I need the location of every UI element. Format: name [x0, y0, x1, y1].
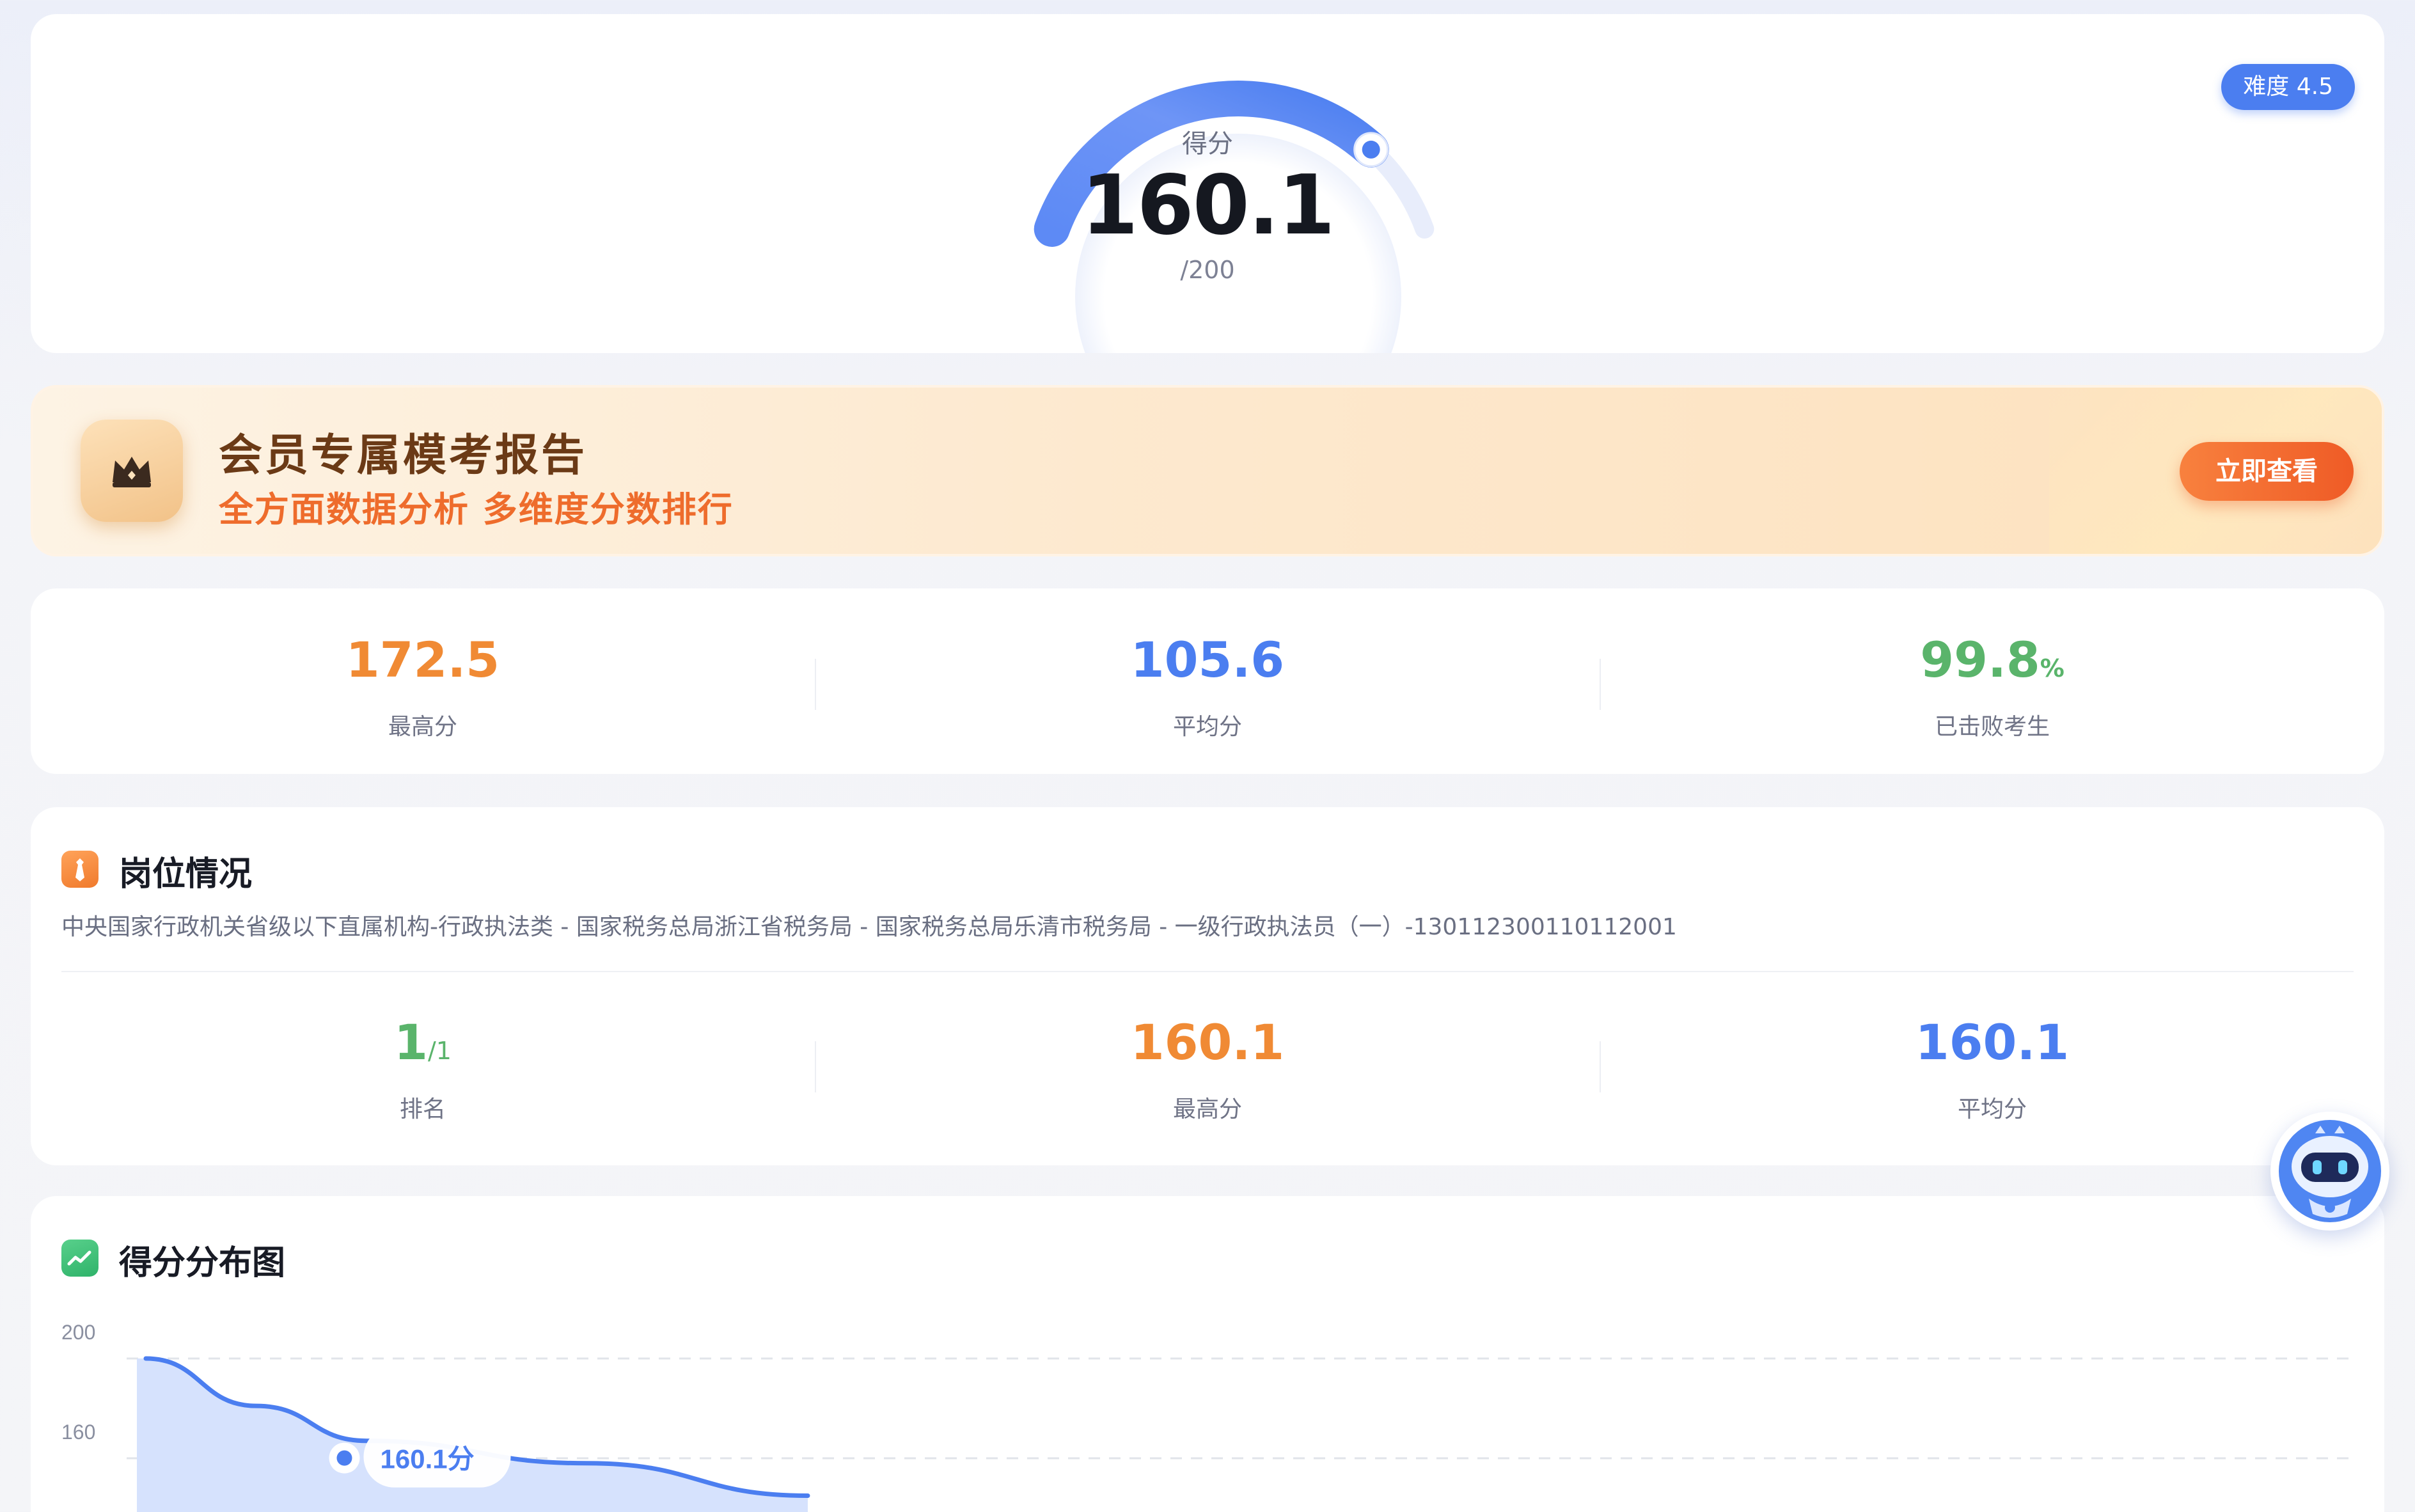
score-label: 得分: [1182, 129, 1233, 159]
distribution-chart: 200 160 160.1分: [61, 1321, 2352, 1512]
marker-label: 160.1分: [381, 1444, 475, 1474]
stat-label: 排名: [399, 1096, 446, 1122]
stat-label: 平均分: [1172, 714, 1242, 740]
stat-value: 1/1: [394, 1014, 452, 1071]
stat-label: 最高分: [388, 714, 457, 740]
position-rank: 1/1 排名: [31, 1012, 815, 1124]
score-value: 160.1: [1081, 158, 1335, 253]
stat-average: 105.6 平均分: [815, 629, 1600, 741]
stats-card: 172.5 最高分 105.6 平均分 99.8% 已击败考生: [31, 588, 2384, 774]
position-path: 中央国家行政机关省级以下直属机构-行政执法类 - 国家税务总局浙江省税务局 - …: [61, 914, 1677, 940]
score-marker: [336, 1450, 352, 1466]
stat-value: 160.1: [1915, 1014, 2070, 1071]
divider: [61, 971, 2354, 972]
y-tick-label: 200: [61, 1321, 95, 1344]
difficulty-badge: 难度 4.5: [2221, 64, 2355, 110]
stat-label: 平均分: [1957, 1096, 2027, 1122]
robot-assistant-icon[interactable]: [2270, 1112, 2389, 1231]
crown-icon: [81, 420, 183, 522]
score-total: /200: [1180, 256, 1235, 284]
stat-value: 172.5: [345, 631, 500, 688]
stat-value: 99.8%: [1920, 631, 2065, 688]
position-average: 160.1 平均分: [1600, 1012, 2384, 1124]
view-report-button[interactable]: 立即查看: [2180, 442, 2354, 501]
banner-subtitle: 全方面数据分析 多维度分数排行: [219, 489, 734, 530]
banner-title: 会员专属模考报告: [219, 430, 588, 481]
stat-value: 105.6: [1130, 631, 1285, 688]
position-card: 岗位情况 中央国家行政机关省级以下直属机构-行政执法类 - 国家税务总局浙江省税…: [31, 807, 2384, 1165]
distribution-card: 得分分布图 200 160 160.1分: [31, 1196, 2384, 1512]
position-title: 岗位情况: [119, 855, 253, 894]
position-highest: 160.1 最高分: [815, 1012, 1600, 1124]
stat-value: 160.1: [1130, 1014, 1285, 1071]
stat-highest: 172.5 最高分: [31, 629, 815, 741]
stat-label: 已击败考生: [1934, 714, 2050, 740]
y-tick-label: 160: [61, 1421, 95, 1444]
score-card: 得分 160.1 /200 难度 4.5: [31, 14, 2384, 353]
stat-beaten: 99.8% 已击败考生: [1600, 629, 2384, 741]
tie-icon: [61, 851, 98, 888]
member-banner[interactable]: 会员专属模考报告 全方面数据分析 多维度分数排行 立即查看: [31, 385, 2384, 556]
stat-label: 最高分: [1172, 1096, 1242, 1122]
